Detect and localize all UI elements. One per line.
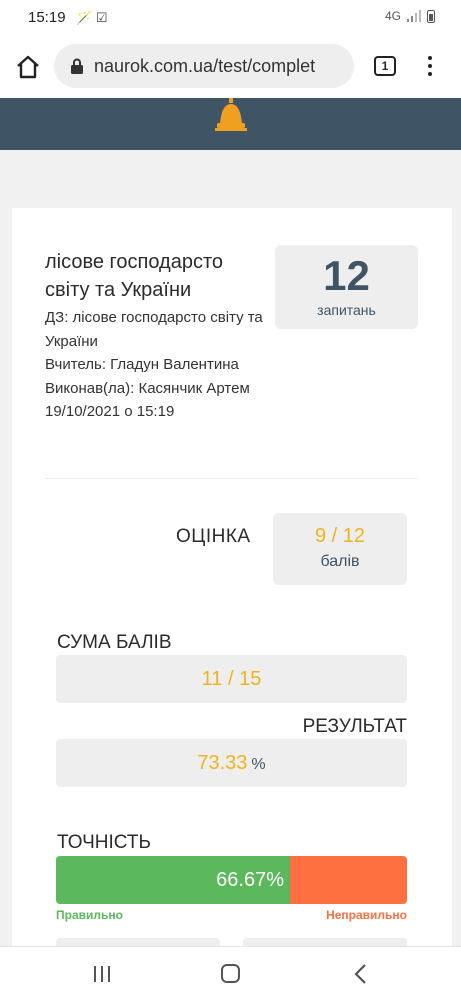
- datetime-text: 19/10/2021 о 15:19: [45, 403, 175, 420]
- teacher-text: Вчитель: Гладун Валентина: [45, 356, 239, 373]
- recent-apps-icon[interactable]: [94, 966, 110, 982]
- score-sum-label: СУМА БАЛІВ: [57, 632, 172, 653]
- bell-icon: [215, 98, 247, 131]
- divider: [45, 478, 417, 479]
- test-title: лісове господарсто світу та України: [45, 251, 224, 301]
- test-meta: ДЗ: лісове господарсто світу та України …: [45, 306, 270, 424]
- home-icon[interactable]: [14, 53, 42, 81]
- accuracy-wrong-legend: Неправильно: [326, 908, 407, 922]
- question-count: 12: [323, 252, 370, 299]
- browser-menu-button[interactable]: [424, 54, 436, 80]
- tab-switcher-button[interactable]: 1: [374, 56, 396, 76]
- magic-wand-icon: 🪄: [76, 10, 93, 25]
- score-sum-value: 11 / 15: [201, 668, 262, 690]
- accuracy-label: ТОЧНІСТЬ: [57, 832, 151, 853]
- result-box: 73.33%: [56, 739, 407, 787]
- status-time: 15:19: [28, 9, 66, 26]
- status-right-icons: 4G: [385, 9, 435, 23]
- assignment-text: ДЗ: лісове господарсто світу та України: [45, 309, 263, 350]
- back-icon[interactable]: [352, 963, 370, 985]
- question-count-label: запитань: [317, 302, 376, 318]
- system-nav-bar: [0, 946, 461, 1000]
- signal-icon: [407, 10, 421, 22]
- result-card: лісове господарсто світу та України ДЗ: …: [12, 208, 452, 968]
- accuracy-correct-value: 66.67%: [216, 869, 284, 891]
- grade-unit: балів: [320, 553, 360, 570]
- grade-box: 9 / 12 балів: [273, 513, 407, 585]
- grade-label: ОЦІНКА: [176, 526, 251, 547]
- url-text: naurok.com.ua/test/complet: [94, 56, 316, 76]
- lock-icon: [71, 58, 83, 74]
- status-left-icons: 🪄 ☑: [76, 10, 107, 26]
- address-bar[interactable]: naurok.com.ua/test/complet: [54, 44, 354, 88]
- status-bar: 15:19 🪄 ☑ 4G: [0, 0, 461, 36]
- accuracy-correct-legend: Правильно: [56, 908, 123, 922]
- question-count-box: 12 запитань: [275, 245, 418, 329]
- network-4g-icon: 4G: [384, 9, 401, 23]
- score-sum-box: 11 / 15: [56, 655, 407, 703]
- result-unit: %: [251, 756, 266, 773]
- accuracy-bar: 66.67%: [56, 856, 407, 904]
- result-label: РЕЗУЛЬТАТ: [302, 716, 407, 737]
- site-header: [0, 98, 461, 150]
- performer-text: Виконав(ла): Касянчик Артем: [45, 379, 250, 397]
- battery-icon: [427, 9, 435, 23]
- grade-value: 9 / 12: [314, 525, 366, 547]
- home-nav-icon[interactable]: [221, 964, 240, 983]
- accuracy-correct-segment: 66.67%: [56, 856, 290, 904]
- result-value: 73.33: [197, 752, 248, 774]
- check-box-icon: ☑: [95, 10, 108, 25]
- accuracy-wrong-segment: [290, 856, 407, 904]
- browser-toolbar: naurok.com.ua/test/complet 1: [0, 36, 461, 98]
